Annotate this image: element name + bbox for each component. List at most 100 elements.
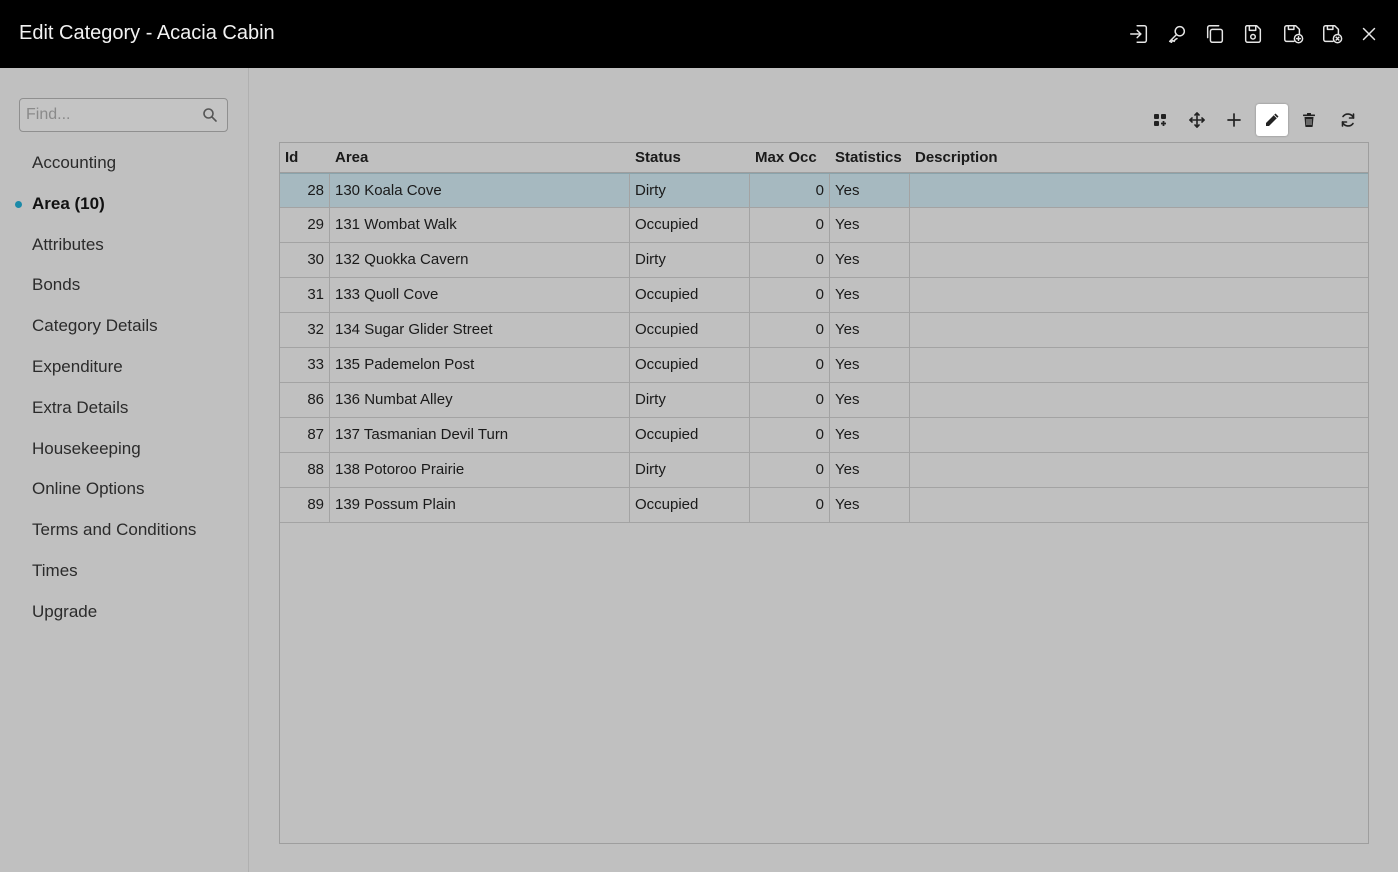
cell-statistics: Yes (830, 208, 910, 242)
cell-statistics: Yes (830, 383, 910, 417)
cell-statistics: Yes (830, 174, 910, 208)
sidebar-item-online-options[interactable]: Online Options (0, 474, 249, 515)
sidebar-item-accounting[interactable]: Accounting (0, 148, 249, 189)
sidebar-nav: Accounting Area (10) Attributes Bonds Ca… (0, 148, 249, 638)
sidebar-item-attributes[interactable]: Attributes (0, 230, 249, 271)
cell-id: 29 (280, 208, 330, 242)
cell-max-occ: 0 (750, 488, 830, 522)
cell-status: Occupied (630, 418, 750, 452)
sidebar-item-area[interactable]: Area (10) (0, 189, 249, 230)
table-row[interactable]: 89 139 Possum Plain Occupied 0 Yes (280, 488, 1368, 523)
search-input[interactable] (20, 99, 200, 131)
search-box[interactable] (19, 98, 228, 132)
cell-max-occ: 0 (750, 453, 830, 487)
table-row[interactable]: 31 133 Quoll Cove Occupied 0 Yes (280, 278, 1368, 313)
cell-description (910, 383, 1368, 417)
cell-id: 88 (280, 453, 330, 487)
table-row[interactable]: 87 137 Tasmanian Devil Turn Occupied 0 Y… (280, 418, 1368, 453)
cell-statistics: Yes (830, 488, 910, 522)
sidebar-item-terms-and-conditions[interactable]: Terms and Conditions (0, 515, 249, 556)
add-multiple-icon[interactable] (1144, 104, 1176, 136)
cell-max-occ: 0 (750, 313, 830, 347)
cell-area: 131 Wombat Walk (330, 208, 630, 242)
add-icon[interactable] (1218, 104, 1250, 136)
sidebar-item-label: Extra Details (32, 397, 129, 417)
sidebar-item-label: Times (32, 560, 78, 580)
sidebar-item-label: Category Details (32, 316, 158, 336)
table-row[interactable]: 86 136 Numbat Alley Dirty 0 Yes (280, 383, 1368, 418)
cell-status: Occupied (630, 313, 750, 347)
cell-area: 139 Possum Plain (330, 488, 630, 522)
cell-area: 136 Numbat Alley (330, 383, 630, 417)
table-row[interactable]: 29 131 Wombat Walk Occupied 0 Yes (280, 208, 1368, 243)
cell-description (910, 243, 1368, 277)
column-header-id[interactable]: Id (280, 143, 330, 173)
key-icon[interactable] (1164, 21, 1190, 47)
window-title: Edit Category - Acacia Cabin (19, 22, 275, 44)
cell-description (910, 278, 1368, 312)
cell-description (910, 418, 1368, 452)
search-icon[interactable] (202, 107, 218, 123)
cell-id: 33 (280, 348, 330, 382)
cell-status: Dirty (630, 243, 750, 277)
sidebar-item-label: Bonds (32, 275, 81, 295)
column-header-status[interactable]: Status (630, 143, 750, 173)
table-row[interactable]: 33 135 Pademelon Post Occupied 0 Yes (280, 348, 1368, 383)
cell-status: Occupied (630, 278, 750, 312)
sign-in-icon[interactable] (1126, 21, 1152, 47)
sidebar-item-label: Housekeeping (32, 438, 141, 458)
active-indicator-dot (15, 200, 22, 208)
column-header-area[interactable]: Area (330, 143, 630, 173)
sidebar-item-times[interactable]: Times (0, 556, 249, 597)
sidebar-item-label: Area (10) (32, 193, 105, 213)
cell-id: 86 (280, 383, 330, 417)
cell-area: 132 Quokka Cavern (330, 243, 630, 277)
table-row[interactable]: 88 138 Potoroo Prairie Dirty 0 Yes (280, 453, 1368, 488)
cell-area: 134 Sugar Glider Street (330, 313, 630, 347)
save-and-new-icon[interactable] (1280, 21, 1306, 47)
table-row[interactable]: 30 132 Quokka Cavern Dirty 0 Yes (280, 243, 1368, 278)
save-icon[interactable] (1240, 21, 1266, 47)
cell-id: 28 (280, 174, 330, 208)
save-and-close-icon[interactable] (1319, 21, 1345, 47)
sidebar-item-label: Online Options (32, 479, 145, 499)
cell-max-occ: 0 (750, 208, 830, 242)
cell-max-occ: 0 (750, 383, 830, 417)
cell-statistics: Yes (830, 243, 910, 277)
cell-max-occ: 0 (750, 278, 830, 312)
cell-description (910, 348, 1368, 382)
cell-id: 32 (280, 313, 330, 347)
sidebar-item-label: Terms and Conditions (32, 520, 197, 540)
copy-icon[interactable] (1202, 21, 1228, 47)
cell-statistics: Yes (830, 418, 910, 452)
sidebar-item-expenditure[interactable]: Expenditure (0, 352, 249, 393)
column-header-max-occ[interactable]: Max Occ (750, 143, 830, 173)
sidebar-item-housekeeping[interactable]: Housekeeping (0, 434, 249, 475)
sidebar-item-extra-details[interactable]: Extra Details (0, 393, 249, 434)
delete-icon[interactable] (1293, 104, 1325, 136)
sidebar-item-bonds[interactable]: Bonds (0, 270, 249, 311)
cell-area: 137 Tasmanian Devil Turn (330, 418, 630, 452)
close-icon[interactable] (1356, 21, 1382, 47)
cell-status: Dirty (630, 383, 750, 417)
sidebar-item-upgrade[interactable]: Upgrade (0, 597, 249, 638)
refresh-icon[interactable] (1332, 104, 1364, 136)
column-header-statistics[interactable]: Statistics (830, 143, 910, 173)
sidebar-item-category-details[interactable]: Category Details (0, 311, 249, 352)
edit-icon[interactable] (1256, 104, 1288, 136)
cell-description (910, 313, 1368, 347)
cell-description (910, 174, 1368, 208)
cell-max-occ: 0 (750, 243, 830, 277)
move-icon[interactable] (1181, 104, 1213, 136)
cell-area: 138 Potoroo Prairie (330, 453, 630, 487)
table-row[interactable]: 28 130 Koala Cove Dirty 0 Yes (280, 173, 1368, 208)
grid-header: Id Area Status Max Occ Statistics Descri… (280, 143, 1368, 173)
cell-status: Occupied (630, 488, 750, 522)
cell-status: Dirty (630, 453, 750, 487)
cell-max-occ: 0 (750, 348, 830, 382)
sidebar-item-label: Expenditure (32, 356, 123, 376)
cell-status: Dirty (630, 174, 750, 208)
table-row[interactable]: 32 134 Sugar Glider Street Occupied 0 Ye… (280, 313, 1368, 348)
cell-description (910, 453, 1368, 487)
column-header-description[interactable]: Description (910, 143, 1368, 173)
